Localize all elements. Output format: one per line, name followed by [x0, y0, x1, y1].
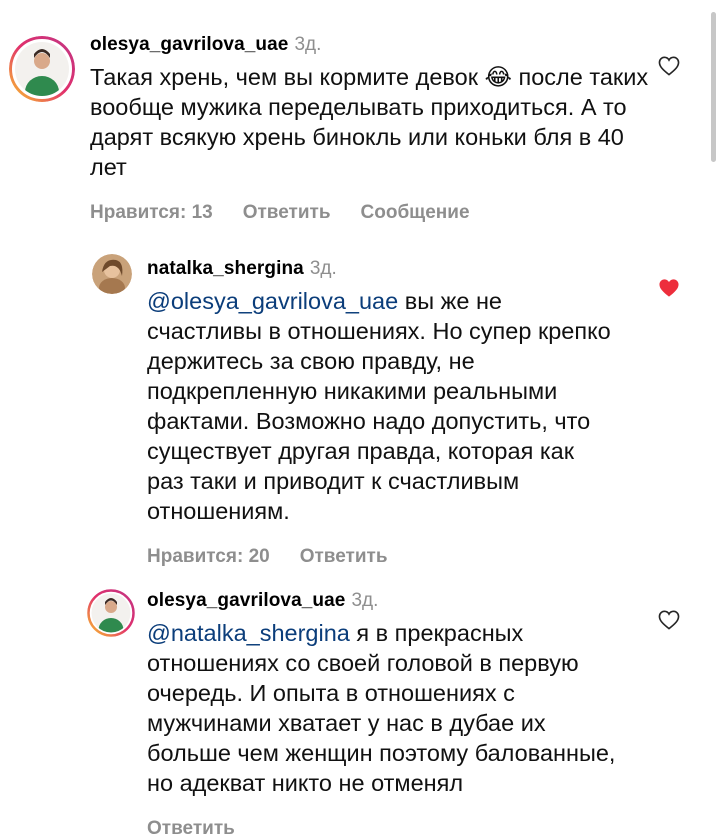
avatar[interactable] — [92, 254, 132, 294]
comment-actions: Нравится: 20 Ответить — [147, 546, 647, 568]
timestamp: 3д. — [351, 590, 379, 611]
username[interactable]: olesya_gavrilova_uae — [90, 34, 288, 55]
scrollbar[interactable] — [711, 12, 716, 162]
username[interactable]: natalka_shergina — [147, 258, 304, 279]
message-button[interactable]: Сообщение — [361, 202, 470, 224]
reply-button[interactable]: Ответить — [243, 202, 331, 224]
timestamp: 3д. — [294, 34, 322, 55]
timestamp: 3д. — [309, 258, 337, 279]
comment-header: olesya_gavrilova_uae 3д. — [147, 590, 647, 612]
comment-text: @natalka_shergina я в прекрасных отношен… — [147, 618, 617, 798]
avatar[interactable] — [9, 36, 75, 102]
comment-body: я в прекрасных отношениях со своей голов… — [147, 620, 616, 796]
comment-header: olesya_gavrilova_uae 3д. — [90, 34, 650, 56]
like-heart-filled-icon[interactable] — [658, 278, 680, 303]
avatar-story-ring-icon — [87, 589, 135, 637]
likes-count[interactable]: Нравится: 13 — [90, 202, 213, 224]
comment-header: natalka_shergina 3д. — [147, 258, 647, 280]
avatar-photo-icon — [92, 254, 132, 294]
comment-body: Такая хрень, чем вы кормите девок 😂 посл… — [90, 64, 649, 180]
reply-button[interactable]: Ответить — [147, 818, 235, 840]
mention-link[interactable]: @natalka_shergina — [147, 620, 350, 646]
like-heart-icon[interactable] — [658, 610, 680, 635]
comment-body: вы же не счастливы в отношениях. Но супе… — [147, 288, 611, 524]
reply-button[interactable]: Ответить — [300, 546, 388, 568]
avatar[interactable] — [87, 589, 135, 637]
likes-count[interactable]: Нравится: 20 — [147, 546, 270, 568]
comment-actions: Ответить — [147, 818, 647, 840]
avatar-story-ring-icon — [9, 36, 75, 102]
username[interactable]: olesya_gavrilova_uae — [147, 590, 345, 611]
comment-text: @olesya_gavrilova_uae вы же не счастливы… — [147, 286, 617, 526]
like-heart-icon[interactable] — [658, 56, 680, 81]
comment-text: Такая хрень, чем вы кормите девок 😂 посл… — [90, 62, 650, 182]
mention-link[interactable]: @olesya_gavrilova_uae — [147, 288, 398, 314]
comment-actions: Нравится: 13 Ответить Сообщение — [90, 202, 650, 224]
